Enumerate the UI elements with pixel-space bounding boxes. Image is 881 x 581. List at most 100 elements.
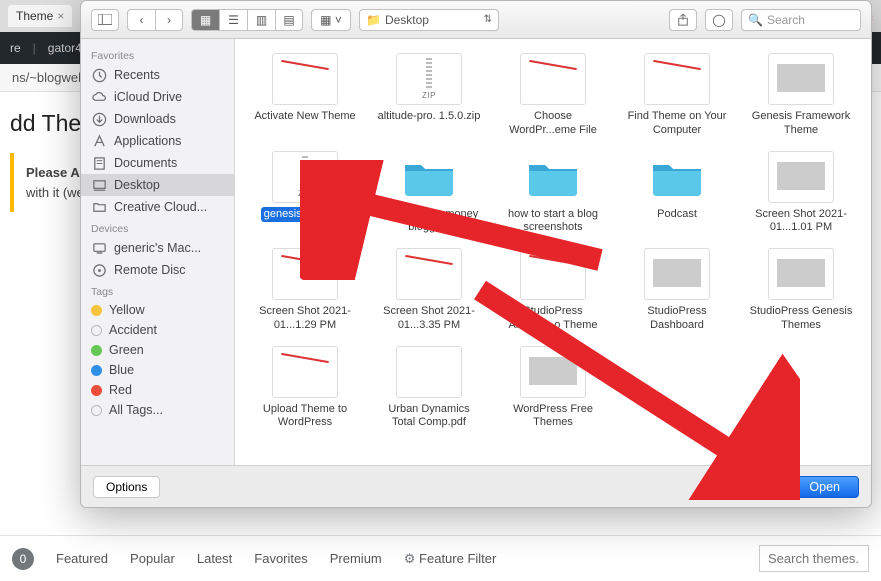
file-item[interactable]: how to start a blog screenshots xyxy=(493,151,613,237)
file-item[interactable]: genesis.3.3.3.zip xyxy=(245,151,365,237)
sidebar-item[interactable]: generic's Mac... xyxy=(81,237,234,259)
sidebar-item[interactable]: iCloud Drive xyxy=(81,86,234,108)
file-name: Genesis Framework Theme xyxy=(746,109,856,139)
filter-popular[interactable]: Popular xyxy=(130,551,175,566)
column-view-button[interactable]: ▥ xyxy=(247,9,275,31)
forward-button[interactable]: › xyxy=(155,9,183,31)
file-thumb xyxy=(768,248,834,300)
file-item[interactable]: now to make money blogging xyxy=(369,151,489,237)
cancel-button[interactable]: Cancel xyxy=(703,476,780,498)
options-button[interactable]: Options xyxy=(93,476,160,498)
sidebar-tag[interactable]: Green xyxy=(81,340,234,360)
sidebar-tag[interactable]: Red xyxy=(81,380,234,400)
sidebar-item[interactable]: Documents xyxy=(81,152,234,174)
file-item[interactable]: Upload Theme to WordPress xyxy=(245,346,365,432)
open-button[interactable]: Open xyxy=(790,476,859,498)
sidebar-item[interactable]: Applications xyxy=(81,130,234,152)
filter-bar: 0 Featured Popular Latest Favorites Prem… xyxy=(0,535,881,581)
sidebar-item[interactable]: Recents xyxy=(81,64,234,86)
mac-icon xyxy=(91,240,107,256)
location-label: Desktop xyxy=(385,13,429,27)
file-thumb xyxy=(520,248,586,300)
theme-search-input[interactable] xyxy=(759,545,869,572)
sidebar-tag[interactable]: All Tags... xyxy=(81,400,234,420)
file-item[interactable]: Genesis Framework Theme xyxy=(741,53,861,139)
group-button[interactable]: ▦ ˅ xyxy=(311,9,351,31)
app-icon xyxy=(91,133,107,149)
tags-button[interactable]: ◯ xyxy=(705,9,733,31)
sidebar-item[interactable]: Remote Disc xyxy=(81,259,234,281)
feature-filter[interactable]: ⚙ Feature Filter xyxy=(404,551,497,567)
sidebar-tag[interactable]: Accident xyxy=(81,320,234,340)
tag-dot-icon xyxy=(91,305,102,316)
location-dropdown[interactable]: 📁Desktop ⇅ xyxy=(359,9,499,31)
sidebar-item-label: Green xyxy=(109,343,144,357)
sidebar-item-label: iCloud Drive xyxy=(114,90,182,104)
file-item[interactable]: Activate New Theme xyxy=(245,53,365,139)
browser-tab[interactable]: Theme × xyxy=(8,5,72,27)
filter-favorites[interactable]: Favorites xyxy=(254,551,307,566)
file-item[interactable]: Podcast xyxy=(617,151,737,237)
file-item[interactable]: StudioPress Altitude...o Theme xyxy=(493,248,613,334)
file-item[interactable]: altitude-pro. 1.5.0.zip xyxy=(369,53,489,139)
sidebar-item[interactable]: Downloads xyxy=(81,108,234,130)
nav-segment: ‹ › xyxy=(127,9,183,31)
tab-label: Theme xyxy=(16,9,53,23)
file-item[interactable]: Screen Shot 2021-01...1.29 PM xyxy=(245,248,365,334)
sidebar-heading-tags: Tags xyxy=(81,281,234,300)
file-item[interactable]: Choose WordPr...eme File xyxy=(493,53,613,139)
theme-count: 0 xyxy=(12,548,34,570)
sidebar-item[interactable]: Desktop xyxy=(81,174,234,196)
share-button[interactable] xyxy=(669,9,697,31)
sidebar-item-label: Recents xyxy=(114,68,160,82)
filter-premium[interactable]: Premium xyxy=(330,551,382,566)
view-segment: ▦ ☰ ▥ ▤ xyxy=(191,9,303,31)
sidebar-item-label: Creative Cloud... xyxy=(114,200,207,214)
sidebar-heading-devices: Devices xyxy=(81,218,234,237)
chevron-updown-icon: ⇅ xyxy=(484,14,492,25)
file-name: Podcast xyxy=(654,207,700,223)
sidebar-tag[interactable]: Yellow xyxy=(81,300,234,320)
file-thumb xyxy=(644,248,710,300)
search-placeholder: Search xyxy=(767,13,805,27)
file-thumb xyxy=(520,346,586,398)
file-name: Activate New Theme xyxy=(251,109,358,125)
sidebar-item-label: Accident xyxy=(109,323,157,337)
sidebar-item[interactable]: Creative Cloud... xyxy=(81,196,234,218)
sidebar-item-label: Desktop xyxy=(114,178,160,192)
gallery-view-button[interactable]: ▤ xyxy=(275,9,303,31)
sidebar-tag[interactable]: Blue xyxy=(81,360,234,380)
file-item[interactable]: Screen Shot 2021-01...3.35 PM xyxy=(369,248,489,334)
sidebar-toggle-button[interactable] xyxy=(91,9,119,31)
list-view-button[interactable]: ☰ xyxy=(219,9,247,31)
file-item[interactable]: StudioPress Genesis Themes xyxy=(741,248,861,334)
file-name: altitude-pro. 1.5.0.zip xyxy=(375,109,484,125)
gear-icon: ⚙ xyxy=(404,551,416,566)
search-input[interactable]: 🔍 Search xyxy=(741,9,861,31)
file-item[interactable]: WordPress Free Themes xyxy=(493,346,613,432)
file-name: Urban Dynamics Total Comp.pdf xyxy=(374,402,484,432)
file-item[interactable]: Screen Shot 2021-01...1.01 PM xyxy=(741,151,861,237)
desk-icon xyxy=(91,177,107,193)
icon-view-button[interactable]: ▦ xyxy=(191,9,219,31)
tag-dot-icon xyxy=(91,325,102,336)
filter-featured[interactable]: Featured xyxy=(56,551,108,566)
down-icon xyxy=(91,111,107,127)
file-item[interactable]: Urban Dynamics Total Comp.pdf xyxy=(369,346,489,432)
file-name: Screen Shot 2021-01...1.01 PM xyxy=(746,207,856,237)
file-thumb xyxy=(396,346,462,398)
filter-latest[interactable]: Latest xyxy=(197,551,232,566)
finder-dialog: ‹ › ▦ ☰ ▥ ▤ ▦ ˅ 📁Desktop ⇅ ◯ 🔍 Search Fa… xyxy=(80,0,872,508)
file-item[interactable]: StudioPress Dashboard xyxy=(617,248,737,334)
tag-dot-icon xyxy=(91,405,102,416)
close-icon[interactable]: × xyxy=(57,9,64,23)
file-name: Choose WordPr...eme File xyxy=(498,109,608,139)
file-item[interactable]: Find Theme on Your Computer xyxy=(617,53,737,139)
finder-footer: Options Cancel Open xyxy=(81,465,871,507)
file-thumb xyxy=(272,151,338,203)
file-name: Screen Shot 2021-01...3.35 PM xyxy=(374,304,484,334)
file-name: Upload Theme to WordPress xyxy=(250,402,360,432)
file-thumb xyxy=(520,151,586,203)
file-name: WordPress Free Themes xyxy=(498,402,608,432)
back-button[interactable]: ‹ xyxy=(127,9,155,31)
